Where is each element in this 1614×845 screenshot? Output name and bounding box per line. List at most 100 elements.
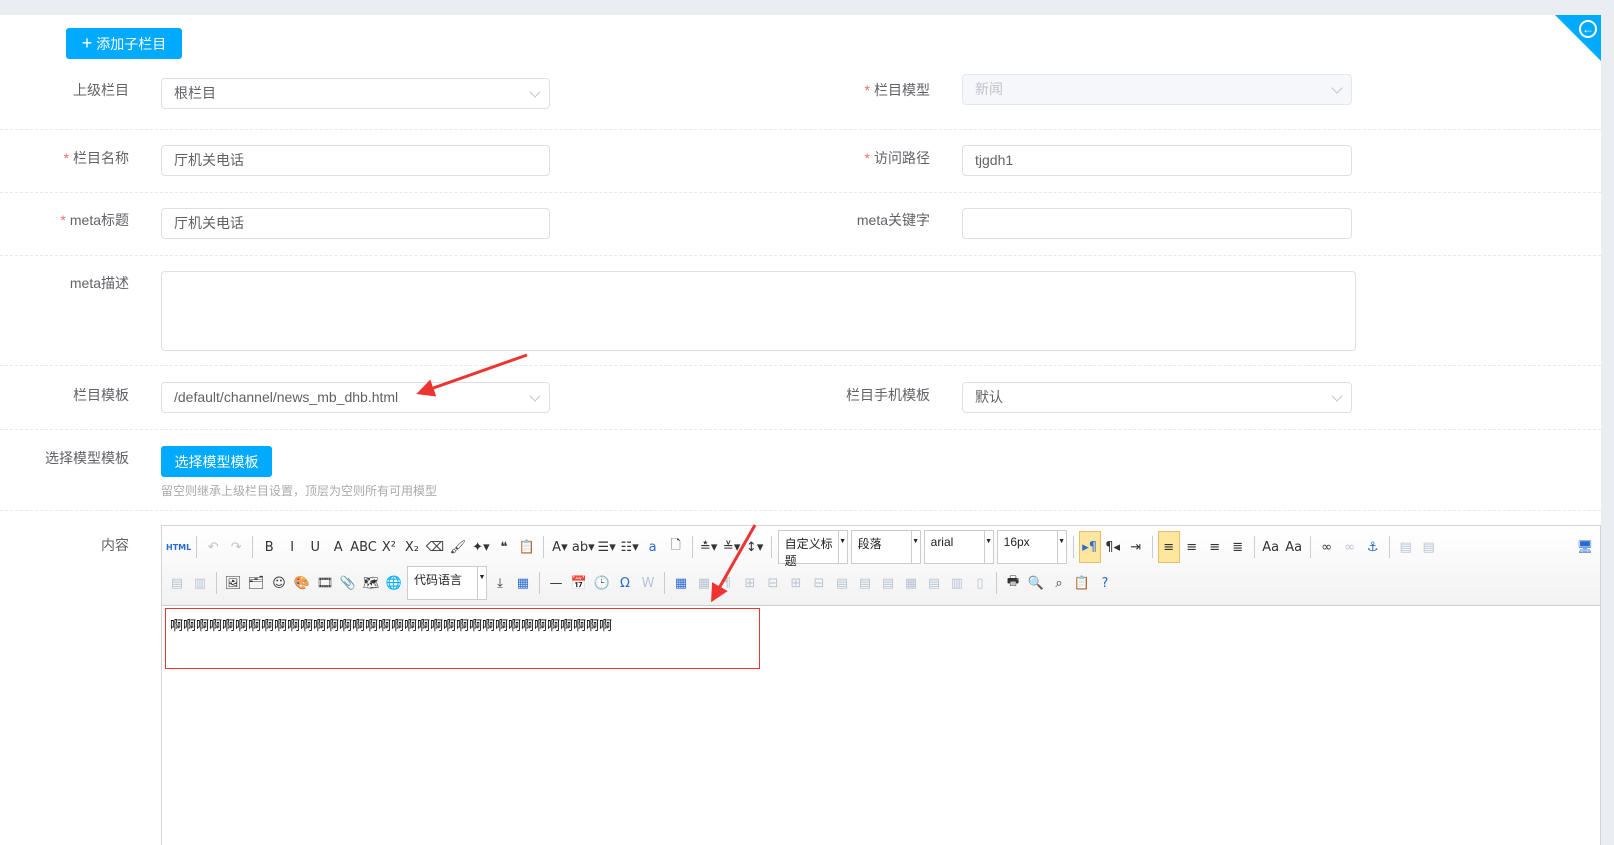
ordered-list-icon[interactable]: ☰▾ bbox=[596, 536, 618, 558]
paste-text-icon[interactable]: 📋 bbox=[516, 536, 538, 558]
time-icon[interactable]: 🕒 bbox=[591, 572, 613, 594]
back-arrow-icon[interactable]: ← bbox=[1579, 20, 1597, 38]
merge-right-icon[interactable]: ▤ bbox=[854, 572, 876, 594]
font-size-select[interactable]: 16px ▼ bbox=[996, 530, 1067, 564]
scrawl-icon[interactable]: 🎨 bbox=[291, 572, 313, 594]
image-right-icon[interactable]: ▤ bbox=[1418, 536, 1440, 558]
align-center-icon[interactable]: ≡ bbox=[1181, 536, 1203, 558]
insert-table-icon[interactable]: ▦ bbox=[670, 572, 692, 594]
eraser-icon[interactable]: ⌫ bbox=[424, 536, 446, 558]
template-select[interactable]: /default/channel/news_mb_dhb.html bbox=[161, 382, 550, 413]
date-icon[interactable]: 📅 bbox=[568, 572, 590, 594]
image-none-icon[interactable]: ▤ bbox=[166, 572, 188, 594]
map-icon[interactable]: 🗺 bbox=[360, 572, 382, 594]
template-icon[interactable]: ▦ bbox=[512, 572, 534, 594]
split-cells-icon[interactable]: ▦ bbox=[900, 572, 922, 594]
rich-text-editor[interactable]: HTML ↶ ↷ B I U A ABC X² X₂ ⌫ 🖌 ✦▾ ❝ 📋 A▾ ab▾ ☰▾ ☷▾ a 🗋 ≛▾ ≚▾ ↕▾… bbox=[161, 525, 1601, 845]
redo-icon[interactable]: ↷ bbox=[225, 536, 247, 558]
chart-icon[interactable]: ▯ bbox=[969, 572, 991, 594]
editor-content[interactable]: 啊啊啊啊啊啊啊啊啊啊啊啊啊啊啊啊啊啊啊啊啊啊啊啊啊啊啊啊啊啊啊啊啊啊 bbox=[165, 608, 760, 669]
delete-row-icon[interactable]: ⊟ bbox=[762, 572, 784, 594]
select-all-icon[interactable]: a bbox=[642, 536, 664, 558]
meta-keywords-input[interactable] bbox=[962, 208, 1352, 239]
delete-table-icon[interactable]: ▦ bbox=[693, 572, 715, 594]
heading-select[interactable]: 自定义标题 ▼ bbox=[777, 530, 848, 568]
merge-down-icon[interactable]: ▤ bbox=[877, 572, 899, 594]
print-icon[interactable]: 🖶 bbox=[1002, 572, 1024, 594]
delete-col-icon[interactable]: ⊟ bbox=[808, 572, 830, 594]
preview-icon[interactable]: 🔍 bbox=[1025, 572, 1047, 594]
font-color-icon[interactable]: A▾ bbox=[549, 536, 571, 558]
merge-cells-icon[interactable]: ▤ bbox=[831, 572, 853, 594]
code-language-select[interactable]: 代码语言 ▼ bbox=[407, 566, 487, 600]
clear-doc-icon[interactable]: 🗋 bbox=[665, 536, 687, 558]
pagebreak-icon[interactable]: ⤓ bbox=[489, 572, 511, 594]
unlink-icon[interactable]: ∞ bbox=[1339, 536, 1361, 558]
anchor-icon[interactable]: ⚓ bbox=[1362, 536, 1384, 558]
unordered-list-icon[interactable]: ☷▾ bbox=[619, 536, 641, 558]
undo-icon[interactable]: ↶ bbox=[202, 536, 224, 558]
split-rows-icon[interactable]: ▤ bbox=[923, 572, 945, 594]
multi-image-icon[interactable]: 🗂 bbox=[245, 572, 267, 594]
special-char-icon[interactable]: Ω bbox=[614, 572, 636, 594]
format-brush-icon[interactable]: 🖌 bbox=[447, 536, 469, 558]
underline-icon[interactable]: U bbox=[304, 536, 326, 558]
insert-paragraph-icon[interactable]: ¶ bbox=[716, 572, 738, 594]
dropdown-arrow-icon[interactable]: ▼ bbox=[837, 531, 847, 563]
iframe-icon[interactable]: 🌐 bbox=[383, 572, 405, 594]
strikethrough-icon[interactable]: ABC bbox=[350, 536, 377, 558]
path-input[interactable]: tjgdh1 bbox=[962, 145, 1352, 176]
uppercase-icon[interactable]: Aa bbox=[1260, 536, 1282, 558]
font-border-icon[interactable]: A bbox=[327, 536, 349, 558]
dropdown-arrow-icon[interactable]: ▼ bbox=[910, 531, 920, 563]
dropdown-arrow-icon[interactable]: ▼ bbox=[477, 567, 486, 599]
superscript-icon[interactable]: X² bbox=[378, 536, 400, 558]
indent-icon[interactable]: ⇥ bbox=[1125, 536, 1147, 558]
split-cols-icon[interactable]: ▥ bbox=[946, 572, 968, 594]
bold-icon[interactable]: B bbox=[258, 536, 280, 558]
paragraph-select[interactable]: 段落 ▼ bbox=[850, 530, 921, 564]
subscript-icon[interactable]: X₂ bbox=[401, 536, 423, 558]
highlight-icon[interactable]: ab▾ bbox=[572, 536, 595, 558]
dropdown-arrow-icon[interactable]: ▼ bbox=[983, 531, 993, 563]
align-right-icon[interactable]: ≡ bbox=[1204, 536, 1226, 558]
insert-col-icon[interactable]: ⊞ bbox=[785, 572, 807, 594]
help-icon[interactable]: ? bbox=[1094, 572, 1116, 594]
font-family-select[interactable]: arial ▼ bbox=[923, 530, 994, 564]
meta-desc-textarea[interactable] bbox=[161, 271, 1356, 351]
emotion-icon[interactable]: ☺ bbox=[268, 572, 290, 594]
rtl-icon[interactable]: ¶◂ bbox=[1102, 536, 1124, 558]
lowercase-icon[interactable]: Aa bbox=[1283, 536, 1305, 558]
html-source-icon[interactable]: HTML bbox=[166, 536, 191, 558]
add-child-column-button[interactable]: + 添加子栏目 bbox=[66, 28, 182, 59]
mobile-template-select[interactable]: 默认 bbox=[962, 382, 1352, 413]
italic-icon[interactable]: I bbox=[281, 536, 303, 558]
row-spacing-bottom-icon[interactable]: ≚▾ bbox=[721, 536, 743, 558]
line-height-icon[interactable]: ↕▾ bbox=[744, 536, 766, 558]
row-spacing-top-icon[interactable]: ≛▾ bbox=[698, 536, 720, 558]
draft-icon[interactable]: 📋 bbox=[1071, 572, 1093, 594]
blockquote-icon[interactable]: ❝ bbox=[493, 536, 515, 558]
word-image-icon[interactable]: W bbox=[637, 572, 659, 594]
link-icon[interactable]: ∞ bbox=[1316, 536, 1338, 558]
image-left-icon[interactable]: ▤ bbox=[1395, 536, 1417, 558]
ltr-icon[interactable]: ▸¶ bbox=[1078, 531, 1101, 563]
search-replace-icon[interactable]: ⌕ bbox=[1048, 572, 1070, 594]
dropdown-arrow-icon[interactable]: ▼ bbox=[1056, 531, 1066, 563]
image-icon[interactable]: 🖼 bbox=[222, 572, 244, 594]
insert-row-icon[interactable]: ⊞ bbox=[739, 572, 761, 594]
fullscreen-icon[interactable]: 🖥 bbox=[1574, 536, 1596, 558]
image-center-icon[interactable]: ▥ bbox=[189, 572, 211, 594]
parent-select[interactable]: 根栏目 bbox=[161, 78, 550, 109]
name-input[interactable]: 厅机关电话 bbox=[161, 145, 550, 176]
auto-format-icon[interactable]: ✦▾ bbox=[470, 536, 492, 558]
video-icon[interactable]: 🎞 bbox=[314, 572, 336, 594]
align-left-icon[interactable]: ≡ bbox=[1157, 531, 1180, 563]
justify-icon[interactable]: ≣ bbox=[1227, 536, 1249, 558]
meta-title-input[interactable]: 厅机关电话 bbox=[161, 208, 550, 239]
model-select[interactable]: 新闻 bbox=[962, 74, 1352, 105]
horizontal-rule-icon[interactable]: — bbox=[545, 572, 567, 594]
parent-value: 根栏目 bbox=[174, 85, 216, 101]
attachment-icon[interactable]: 📎 bbox=[337, 572, 359, 594]
choose-model-template-button[interactable]: 选择模型模板 bbox=[161, 446, 272, 477]
